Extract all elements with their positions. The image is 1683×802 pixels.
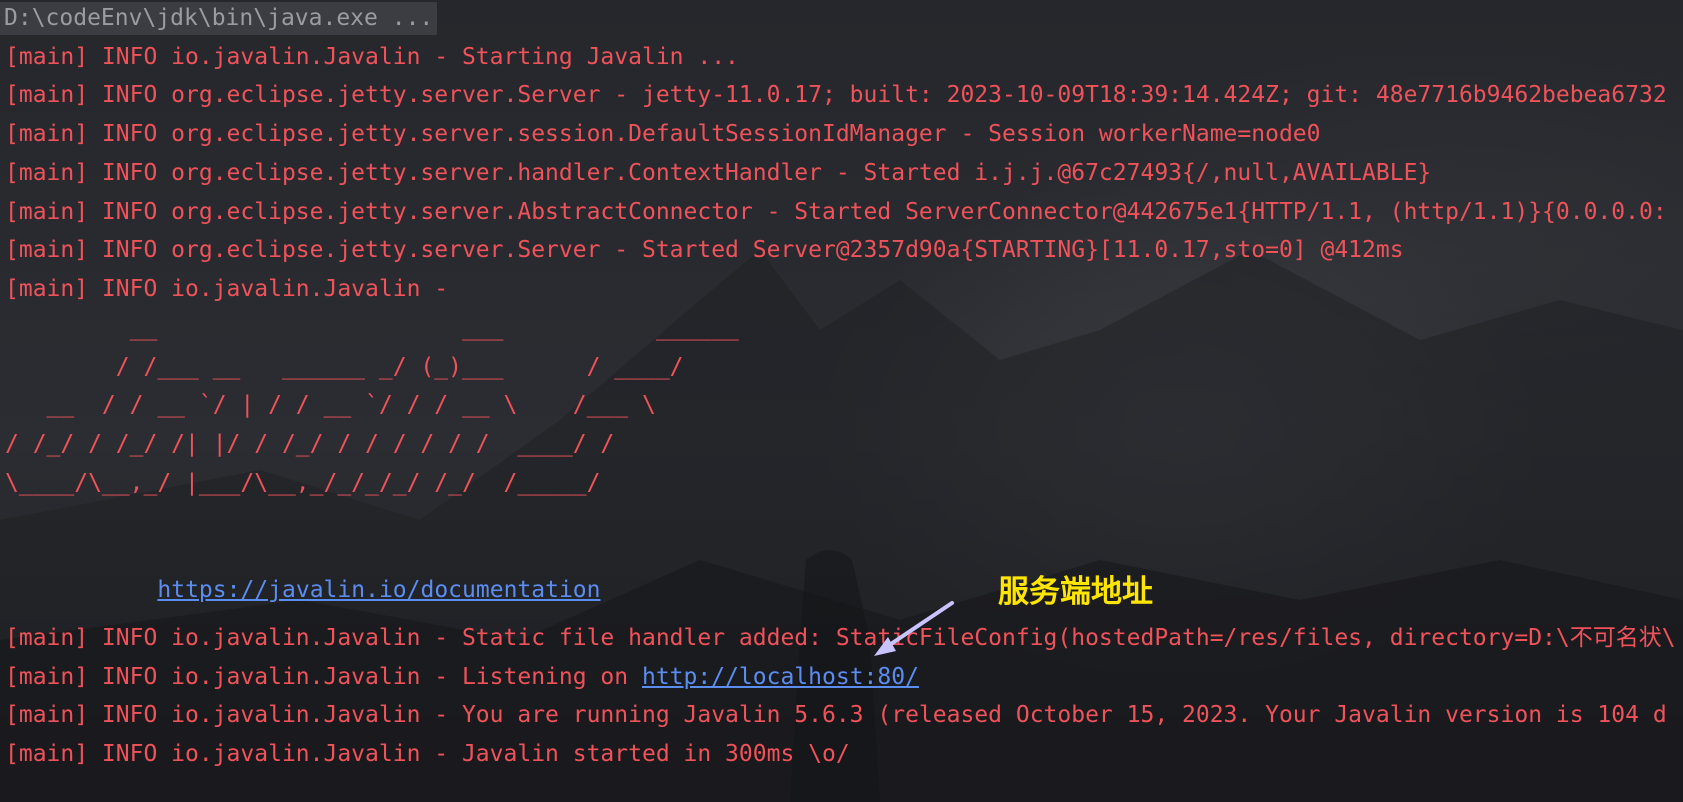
log-line: [main] INFO org.eclipse.jetty.server.Ser… — [5, 237, 1404, 263]
log-line: [main] INFO io.javalin.Javalin - You are… — [5, 702, 1667, 728]
run-command-line: D:\codeEnv\jdk\bin\java.exe ... — [0, 2, 438, 35]
log-line: [main] INFO org.eclipse.jetty.server.Ser… — [5, 82, 1667, 108]
log-line: [main] INFO io.javalin.Javalin - Startin… — [5, 44, 739, 70]
log-line: [main] INFO org.eclipse.jetty.server.Abs… — [5, 199, 1667, 225]
run-console-output[interactable]: D:\codeEnv\jdk\bin\java.exe ... [main] I… — [0, 0, 1683, 802]
javalin-ascii-art-line: __ ___ ______ — [5, 315, 739, 341]
log-line: [main] INFO io.javalin.Javalin - Static … — [5, 625, 1676, 651]
localhost-link[interactable]: http://localhost:80/ — [642, 664, 919, 690]
javalin-ascii-art-line: / /___ __ ______ _/ (_)___ / ____/ — [5, 354, 684, 380]
log-line: [main] INFO io.javalin.Javalin - — [5, 276, 462, 302]
log-line: [main] INFO io.javalin.Javalin - Javalin… — [5, 741, 850, 767]
documentation-link[interactable]: https://javalin.io/documentation — [157, 577, 600, 603]
log-line: [main] INFO org.eclipse.jetty.server.ses… — [5, 121, 1321, 147]
log-line: [main] INFO org.eclipse.jetty.server.han… — [5, 160, 1432, 186]
log-line-listening: [main] INFO io.javalin.Javalin - Listeni… — [5, 662, 919, 692]
javalin-ascii-art-line: / /_/ / /_/ /| |/ / /_/ / / / / / / ____… — [5, 431, 615, 457]
javalin-ascii-art-line: \____/\__,_/ |___/\__,_/_/_/_/ /_/ /____… — [5, 470, 601, 496]
server-address-annotation: 服务端地址 — [998, 574, 1153, 610]
log-line-prefix: [main] INFO io.javalin.Javalin - Listeni… — [5, 664, 642, 690]
annotation-arrow-icon — [874, 601, 954, 656]
javalin-ascii-art-line: __ / / __ `/ | / / __ `/ / / __ \ /___ \ — [5, 392, 656, 418]
